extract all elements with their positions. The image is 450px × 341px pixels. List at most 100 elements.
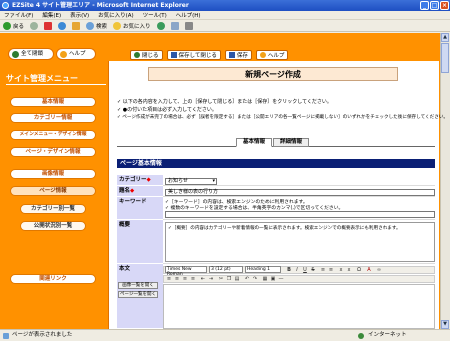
window-titlebar: EZSite 4 サイト管理エリア - Microsoft Internet E…: [0, 0, 450, 11]
stop-button[interactable]: [44, 21, 53, 30]
close-button[interactable]: 閉じる: [130, 49, 163, 60]
instruction-note: ✓ ●の付いた項目は必ず入力してください。: [117, 107, 217, 113]
help-button[interactable]: ヘルプ: [255, 49, 289, 60]
format-select[interactable]: Heading 1: [245, 266, 281, 273]
sidebar-item-page-info[interactable]: ページ情報: [10, 186, 96, 196]
open-page-list-button[interactable]: ページ一覧を開く: [118, 291, 158, 298]
status-bar: ページが表示されました インターネット: [0, 329, 450, 341]
open-image-list-button[interactable]: 画像一覧を開く: [118, 282, 158, 289]
underline-icon[interactable]: U: [302, 267, 308, 273]
content-toolbar: 閉じる 保存して閉じる 保存 ヘルプ: [108, 48, 439, 61]
undo-icon[interactable]: ↶: [244, 276, 250, 282]
keyword-label: キーワード: [117, 197, 163, 220]
menubar: ファイル(F) 編集(E) 表示(V) お気に入り(A) ツール(T) ヘルプ(…: [0, 11, 450, 20]
bullet-list-icon[interactable]: ≡: [320, 267, 326, 273]
category-select[interactable]: お知らせ ▾: [165, 178, 217, 185]
text-color-icon[interactable]: A: [366, 267, 372, 273]
font-family-select[interactable]: Times New Roman: [165, 266, 207, 277]
indent-icon[interactable]: ⇥: [208, 276, 214, 282]
media-icon: [156, 21, 165, 30]
vertical-scrollbar[interactable]: [440, 33, 450, 329]
sidebar-item-category-list[interactable]: カテゴリー別一覧: [20, 204, 86, 214]
cut-icon[interactable]: ✂: [218, 276, 224, 282]
close-icon[interactable]: ×: [440, 1, 449, 10]
favorites-button[interactable]: お気に入り: [113, 21, 151, 30]
font-size-select[interactable]: 3 (12 pt): [209, 266, 243, 273]
keyword-input[interactable]: [165, 211, 435, 218]
scroll-down-arrow-icon[interactable]: ▼: [441, 320, 449, 329]
instruction-note: ✓ 以下の各内容を入力して、上の［保存して閉じる］または［保存］をクリックしてく…: [117, 99, 332, 105]
sidebar-item-publish-status-list[interactable]: 公開状況別一覧: [20, 221, 86, 231]
status-text: ページが表示されました: [12, 332, 73, 338]
tab-detail-info[interactable]: 詳細情報: [273, 138, 309, 147]
required-mark-icon: ◆: [146, 177, 151, 183]
align-center-icon[interactable]: ≡: [174, 276, 180, 282]
menu-favorites[interactable]: お気に入り(A): [98, 13, 134, 19]
close-all-icon: [12, 50, 19, 58]
image-icon[interactable]: ▣: [270, 276, 276, 282]
menu-view[interactable]: 表示(V): [70, 13, 89, 19]
redo-icon[interactable]: ↷: [252, 276, 258, 282]
refresh-button[interactable]: [58, 21, 67, 30]
summary-label: 概要: [117, 220, 163, 264]
summary-textarea[interactable]: ✓［概要］の内容はカテゴリーや新着情報の一覧に表示されます。検索エンジンでの概要…: [165, 222, 435, 262]
bold-icon[interactable]: B: [286, 267, 292, 273]
table-icon[interactable]: ▦: [262, 276, 268, 282]
close-all-button[interactable]: 全て閉鎖: [8, 48, 54, 60]
title-input[interactable]: 美しき様の表の行り方: [165, 189, 435, 196]
align-right-icon[interactable]: ≡: [182, 276, 188, 282]
body-editor-area[interactable]: [163, 284, 435, 329]
menu-file[interactable]: ファイル(F): [4, 13, 33, 19]
sidebar-item-category-info[interactable]: カテゴリー情報: [10, 113, 96, 123]
page-icon: [3, 333, 9, 339]
search-button[interactable]: 検索: [86, 21, 107, 30]
media-button[interactable]: [156, 21, 165, 30]
sidebar-item-page-design[interactable]: ページ・デザイン情報: [10, 147, 96, 157]
special-char-icon[interactable]: Ω: [356, 267, 362, 273]
star-icon: [113, 21, 122, 30]
sidebar-item-basic-info[interactable]: 基本情報: [10, 97, 96, 107]
tab-basic-info[interactable]: 基本情報: [236, 138, 272, 147]
superscript-icon[interactable]: x: [338, 267, 344, 273]
subscript-icon[interactable]: x: [346, 267, 352, 273]
save-icon: [228, 51, 235, 58]
maximize-icon[interactable]: □: [430, 1, 439, 10]
forward-button[interactable]: [30, 21, 39, 30]
mail-button[interactable]: [170, 21, 179, 30]
scroll-thumb[interactable]: [441, 43, 449, 73]
keyword-cell: ✓［キーワード］の内容は、検索エンジンのために利用されます。 ✓ 複数のキーワー…: [163, 197, 435, 220]
menu-edit[interactable]: 編集(E): [42, 13, 61, 19]
numbered-list-icon[interactable]: ≡: [328, 267, 334, 273]
italic-icon[interactable]: I: [294, 267, 300, 273]
keyword-note: ✓ 複数のキーワードを設定する場合は、半角英字のカンマ(,)で区切ってください。: [165, 206, 344, 211]
zone-text: インターネット: [368, 332, 407, 338]
save-close-icon: [170, 51, 177, 58]
stop-icon: [44, 21, 53, 30]
link-icon[interactable]: ∞: [376, 267, 382, 273]
hr-icon[interactable]: —: [278, 276, 284, 282]
print-button[interactable]: [184, 21, 193, 30]
save-button[interactable]: 保存: [224, 49, 252, 60]
print-icon: [184, 21, 193, 30]
menu-help[interactable]: ヘルプ(H): [176, 13, 201, 19]
sidebar-item-main-menu-design[interactable]: メインメニュー・デザイン情報: [10, 130, 96, 140]
sidebar-item-image-info[interactable]: 画像情報: [10, 169, 96, 179]
back-arrow-icon: [3, 21, 11, 30]
close-x-icon: [134, 51, 140, 58]
scroll-up-arrow-icon[interactable]: ▲: [441, 33, 449, 42]
sidebar-title: サイト管理メニュー: [6, 73, 106, 85]
home-button[interactable]: [72, 21, 81, 30]
align-left-icon[interactable]: ≡: [166, 276, 172, 282]
ie-icon: [2, 2, 9, 9]
menu-tools[interactable]: ツール(T): [143, 13, 167, 19]
sidebar-help-button[interactable]: ヘルプ: [56, 48, 96, 60]
paste-icon[interactable]: ▤: [234, 276, 240, 282]
back-button[interactable]: 戻る: [3, 21, 24, 30]
save-and-close-button[interactable]: 保存して閉じる: [166, 49, 221, 60]
copy-icon[interactable]: ❐: [226, 276, 232, 282]
strikethrough-icon[interactable]: S: [310, 267, 316, 273]
align-justify-icon[interactable]: ≡: [190, 276, 196, 282]
sidebar-item-related-links[interactable]: 関連リンク: [10, 274, 96, 284]
minimize-icon[interactable]: _: [420, 1, 429, 10]
outdent-icon[interactable]: ⇤: [200, 276, 206, 282]
